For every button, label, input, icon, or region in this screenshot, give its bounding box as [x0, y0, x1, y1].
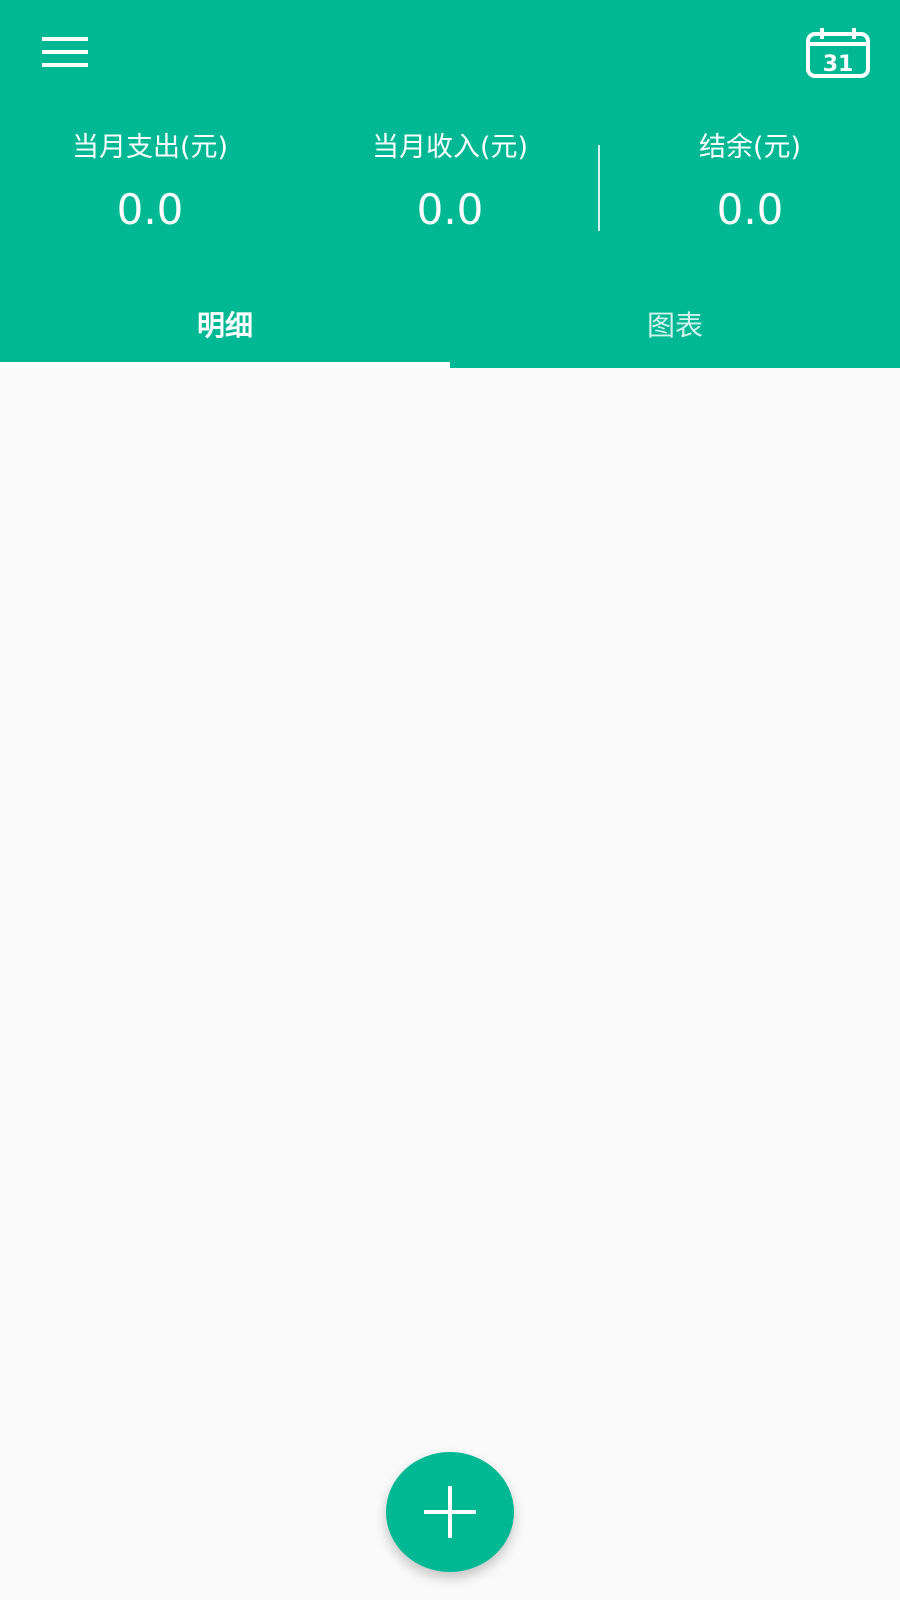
calendar-icon: 31 — [806, 28, 870, 78]
expense-label: 当月支出(元) — [71, 132, 229, 163]
app-header: 31 当月支出(元) 0.0 当月收入(元) 0.0 结余(元) 0.0 明细 … — [0, 0, 900, 368]
calendar-button[interactable]: 31 — [798, 18, 878, 88]
calendar-day-text: 31 — [823, 52, 854, 77]
tab-bar: 明细 图表 — [0, 280, 900, 368]
expense-summary: 当月支出(元) 0.0 — [0, 128, 300, 238]
tab-chart[interactable]: 图表 — [450, 280, 900, 368]
income-summary: 当月收入(元) 0.0 — [300, 128, 600, 238]
balance-label: 结余(元) — [698, 132, 802, 163]
add-record-button[interactable] — [386, 1452, 514, 1572]
summary-panel: 当月支出(元) 0.0 当月收入(元) 0.0 结余(元) 0.0 — [0, 128, 900, 248]
plus-icon — [424, 1486, 476, 1538]
menu-button[interactable] — [30, 22, 100, 82]
tab-detail[interactable]: 明细 — [0, 280, 450, 368]
income-value: 0.0 — [416, 185, 484, 234]
detail-list-area[interactable] — [0, 368, 900, 1600]
balance-value: 0.0 — [716, 185, 784, 234]
expense-value: 0.0 — [116, 185, 184, 234]
summary-divider — [598, 145, 600, 231]
balance-summary: 结余(元) 0.0 — [600, 128, 900, 238]
menu-icon — [42, 37, 88, 67]
income-label: 当月收入(元) — [371, 132, 529, 163]
